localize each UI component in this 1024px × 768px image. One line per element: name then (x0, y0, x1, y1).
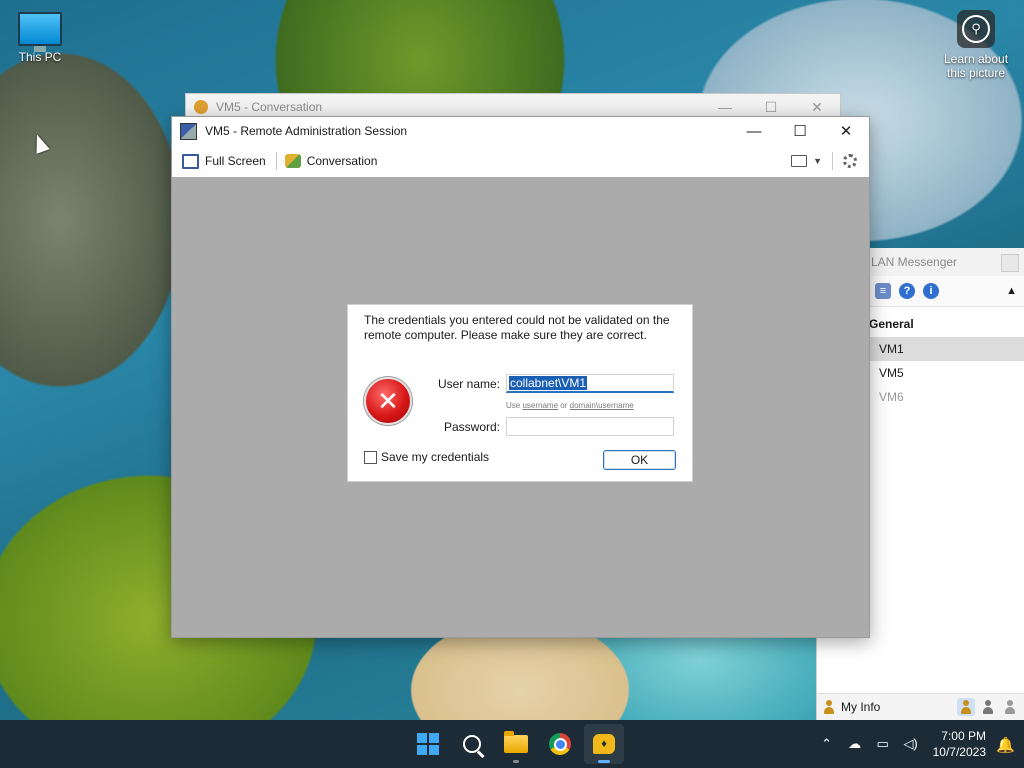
lan-messenger-icon: ♦ (593, 734, 615, 754)
remote-screen-area[interactable]: The credentials you entered could not be… (172, 177, 869, 637)
network-icon[interactable]: ▭ (873, 736, 893, 752)
system-tray: ⌃ ☁ ▭ ◁) 7:00 PM 10/7/2023 🔔 (813, 720, 1024, 768)
taskbar: ♦ ⌃ ☁ ▭ ◁) 7:00 PM 10/7/2023 🔔 (0, 720, 1024, 768)
folder-icon (504, 731, 528, 753)
chrome-button[interactable] (540, 724, 580, 764)
windows-logo-icon (417, 733, 439, 755)
error-icon: ✕ (364, 377, 412, 425)
desktop-icon-learn-about-picture[interactable]: ⚲ Learn about this picture (936, 10, 1016, 80)
window-title: VM5 - Conversation (216, 100, 323, 114)
full-screen-icon (182, 153, 199, 169)
clock-time: 7:00 PM (941, 729, 986, 743)
close-button[interactable]: ✕ (823, 117, 869, 145)
clock[interactable]: 7:00 PM 10/7/2023 (933, 728, 986, 760)
user-icon (194, 100, 208, 114)
lan-messenger-taskbar-button[interactable]: ♦ (584, 724, 624, 764)
help-icon[interactable]: ? (899, 283, 915, 299)
full-screen-button[interactable]: Full Screen (182, 153, 274, 169)
remote-session-toolbar: Full Screen Conversation ▼ (172, 145, 869, 178)
lan-messenger-status-bar: My Info (817, 693, 1024, 720)
notification-bell-icon[interactable]: 🔔 (996, 736, 1015, 754)
status-away-icon[interactable] (1001, 698, 1019, 716)
user-icon (823, 700, 835, 714)
user-name-input[interactable]: collabnet\VM1 (506, 374, 674, 393)
chevron-up-icon[interactable]: ⌃ (817, 736, 837, 752)
password-input[interactable] (506, 417, 674, 436)
broadcast-icon[interactable]: ≡ (875, 283, 891, 299)
close-button[interactable] (1001, 254, 1019, 272)
start-button[interactable] (408, 724, 448, 764)
user-name-label: User name: (437, 377, 500, 391)
volume-icon[interactable]: ◁) (901, 736, 921, 752)
onedrive-icon[interactable]: ☁ (845, 736, 865, 752)
file-explorer-button[interactable] (496, 724, 536, 764)
desktop-icon-label: Learn about this picture (943, 52, 1009, 80)
conversation-button[interactable]: Conversation (284, 154, 386, 168)
ok-button[interactable]: OK (603, 450, 676, 470)
minimize-button[interactable]: — (731, 117, 777, 145)
desktop-icon-label: This PC (18, 50, 62, 64)
my-info-button[interactable]: My Info (817, 700, 880, 714)
active-indicator (598, 760, 610, 763)
remote-admin-icon (180, 122, 197, 140)
window-title: VM5 - Remote Administration Session (205, 124, 408, 138)
chevron-down-icon[interactable]: ▼ (813, 156, 822, 166)
mouse-cursor-icon (30, 132, 50, 154)
monitor-icon (18, 12, 62, 52)
password-label: Password: (443, 420, 500, 434)
monitor-select-icon[interactable] (791, 155, 808, 167)
status-online-icon[interactable] (957, 698, 975, 716)
chrome-icon (549, 733, 571, 755)
remote-session-window[interactable]: VM5 - Remote Administration Session — ☐ … (171, 116, 870, 638)
chevron-up-icon[interactable]: ▲ (1006, 285, 1017, 297)
clock-date: 10/7/2023 (932, 745, 986, 759)
user-name-hint: Use username or domain\username (506, 401, 634, 410)
search-icon (463, 735, 481, 753)
status-busy-icon[interactable] (979, 698, 997, 716)
maximize-button[interactable]: ☐ (777, 117, 823, 145)
gear-icon[interactable] (843, 154, 857, 168)
learn-picture-icon: ⚲ (957, 10, 995, 48)
info-icon[interactable]: i (923, 283, 939, 299)
window-title: LAN Messenger (871, 255, 958, 269)
error-message: The credentials you entered could not be… (364, 313, 670, 342)
search-button[interactable] (452, 724, 492, 764)
checkbox-box[interactable] (364, 450, 377, 464)
credentials-dialog: The credentials you entered could not be… (347, 304, 693, 482)
toolbar-divider (832, 152, 833, 170)
desktop-icon-this-pc[interactable]: This PC (12, 10, 68, 64)
user-name-value: collabnet\VM1 (509, 376, 588, 390)
toolbar-divider (275, 152, 277, 170)
running-indicator (513, 760, 519, 763)
desktop: This PC ⚲ Learn about this picture VM5 -… (0, 0, 1024, 720)
save-credentials-checkbox[interactable]: Save my credentials (364, 450, 489, 464)
conversation-icon (284, 154, 301, 168)
